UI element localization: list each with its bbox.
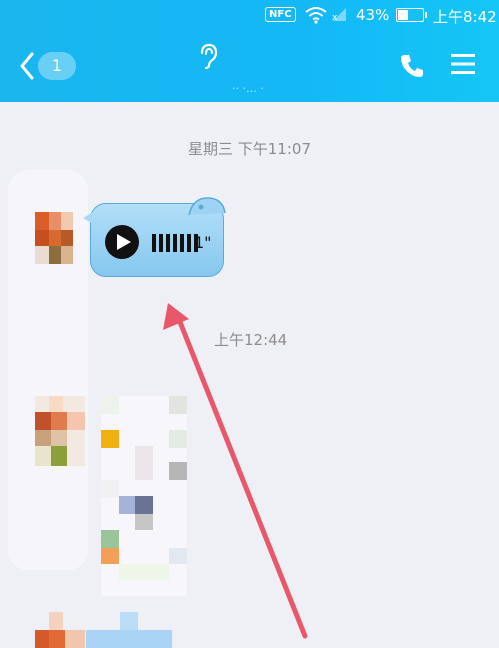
image-message[interactable] (101, 396, 187, 596)
play-icon[interactable] (105, 225, 139, 259)
nfc-indicator: NFC (265, 7, 296, 22)
unread-badge: 1 (38, 52, 76, 80)
contact-avatar[interactable] (35, 212, 73, 264)
title-bar: NFC x 43% 上午8:42 1 ·· ·… · (0, 0, 499, 102)
timestamp-2: 上午12:44 (214, 331, 288, 349)
wifi-icon (305, 7, 327, 24)
battery-percent: 43% (356, 6, 390, 24)
svg-text:x: x (332, 13, 338, 22)
back-button[interactable]: 1 (20, 52, 80, 82)
back-icon (20, 52, 34, 80)
timestamp-1: 星期三 下午11:07 (188, 140, 311, 158)
phone-icon[interactable] (399, 53, 425, 79)
contact-avatar[interactable] (35, 396, 85, 466)
voice-duration: 1" (194, 233, 212, 252)
chat-subtitle: ·· ·… · (232, 82, 264, 95)
image-message[interactable] (86, 612, 172, 648)
status-bar: NFC x 43% 上午8:42 (0, 0, 499, 32)
menu-icon[interactable] (450, 52, 476, 76)
bubble-mascot-ears (188, 197, 226, 216)
bubble-tail (83, 212, 93, 224)
voice-message-bubble[interactable]: 1" (83, 197, 226, 277)
status-time: 上午8:42 (433, 8, 497, 26)
contact-avatar[interactable] (35, 612, 85, 648)
ear-icon[interactable] (197, 43, 219, 69)
battery-icon (396, 8, 427, 22)
audio-bars-icon (152, 234, 198, 252)
signal-icon: x (332, 8, 346, 22)
battery-fill (398, 10, 409, 20)
